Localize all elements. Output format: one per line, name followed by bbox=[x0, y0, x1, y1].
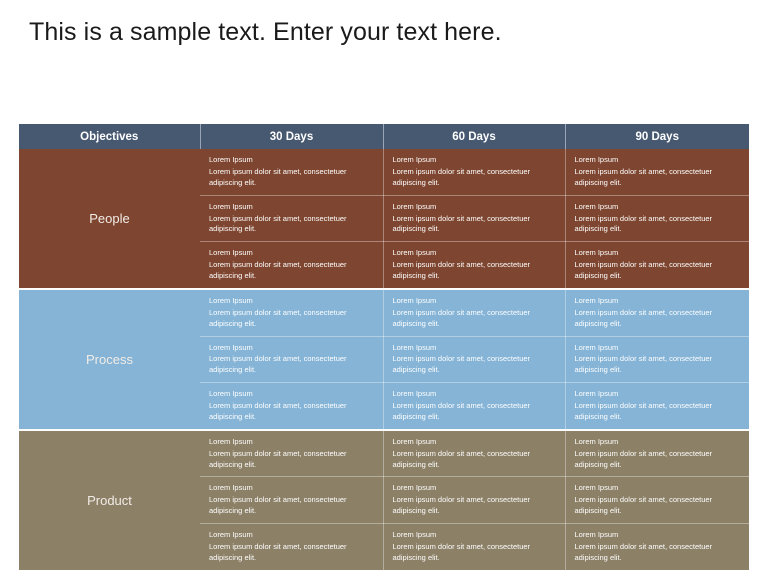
matrix-cell[interactable]: Lorem Ipsum Lorem ipsum dolor sit amet, c… bbox=[383, 195, 566, 243]
matrix-cell[interactable]: Lorem Ipsum Lorem ipsum dolor sit amet, c… bbox=[565, 195, 749, 243]
column-header-objectives[interactable]: Objectives bbox=[19, 124, 201, 149]
cell-title: Lorem Ipsum bbox=[209, 530, 253, 539]
cell-body-text: Lorem ipsum dolor sit amet, consectetuer… bbox=[392, 401, 531, 421]
cell-body-text: Lorem ipsum dolor sit amet, consectetuer… bbox=[209, 307, 347, 328]
cell-title: Lorem Ipsum bbox=[574, 201, 619, 211]
matrix-cell[interactable]: Lorem Ipsum Lorem ipsum dolor sit amet, c… bbox=[565, 241, 749, 289]
cell-body-text: Lorem ipsum dolor sit amet, consectetuer… bbox=[209, 495, 347, 516]
cell-body-text: Lorem ipsum dolor sit amet, consectetuer… bbox=[209, 213, 347, 234]
column-header-30-days[interactable]: 30 Days bbox=[200, 124, 384, 149]
cell-body-text: Lorem ipsum dolor sit amet, consectetuer… bbox=[392, 541, 531, 562]
cell-title: Lorem Ipsum bbox=[392, 248, 437, 258]
cell-title: Lorem Ipsum bbox=[392, 155, 437, 164]
cell-body-text: Lorem ipsum dolor sit amet, consectetuer… bbox=[392, 307, 531, 328]
cell-title: Lorem Ipsum bbox=[392, 483, 437, 493]
matrix-cell[interactable]: Lorem Ipsum Lorem ipsum dolor sit amet, c… bbox=[565, 382, 749, 430]
table-row: People Lorem Ipsum Lorem ipsum dolor sit a… bbox=[19, 149, 749, 289]
matrix-table: Objectives 30 Days 60 Days 90 Days Peopl… bbox=[19, 124, 749, 570]
matrix-cell[interactable]: Lorem Ipsum Lorem ipsum dolor sit amet, c… bbox=[565, 523, 749, 570]
slide-canvas: This is a sample text. Enter your text h… bbox=[0, 0, 768, 576]
cell-body-text: Lorem ipsum dolor sit amet, consectetuer… bbox=[574, 495, 713, 516]
cell-body-text: Lorem ipsum dolor sit amet, consectetuer… bbox=[209, 401, 347, 421]
cell-title: Lorem Ipsum bbox=[574, 436, 619, 446]
matrix-cell[interactable]: Lorem Ipsum Lorem ipsum dolor sit amet, c… bbox=[200, 287, 384, 337]
matrix-cell[interactable]: Lorem Ipsum Lorem ipsum dolor sit amet, c… bbox=[200, 476, 384, 524]
table-row: Process Lorem Ipsum Lorem ipsum dolor sit … bbox=[19, 287, 749, 430]
cell-title: Lorem Ipsum bbox=[392, 201, 437, 211]
matrix-cell[interactable]: Lorem Ipsum Lorem ipsum dolor sit amet, c… bbox=[383, 523, 566, 570]
cell-body-text: Lorem ipsum dolor sit amet, consectetuer… bbox=[392, 495, 531, 516]
matrix-cell[interactable]: Lorem Ipsum Lorem ipsum dolor sit amet, c… bbox=[200, 241, 384, 289]
objectives-matrix-table: Objectives 30 Days 60 Days 90 Days Peopl… bbox=[19, 124, 749, 570]
matrix-cell[interactable]: Lorem Ipsum Lorem ipsum dolor sit amet, c… bbox=[383, 287, 566, 337]
matrix-cell[interactable]: Lorem Ipsum Lorem ipsum dolor sit amet, c… bbox=[565, 336, 749, 384]
matrix-cell[interactable]: Lorem Ipsum Lorem ipsum dolor sit amet, c… bbox=[565, 476, 749, 524]
matrix-cell[interactable]: Lorem Ipsum Lorem ipsum dolor sit amet, c… bbox=[200, 149, 384, 196]
cell-title: Lorem Ipsum bbox=[574, 248, 619, 258]
cell-body-text: Lorem ipsum dolor sit amet, consectetuer… bbox=[209, 260, 347, 280]
cell-body-text: Lorem ipsum dolor sit amet, consectetuer… bbox=[209, 354, 347, 375]
matrix-cell[interactable]: Lorem Ipsum Lorem ipsum dolor sit amet, c… bbox=[383, 241, 566, 289]
cell-title: Lorem Ipsum bbox=[574, 483, 619, 493]
table-body: People Lorem Ipsum Lorem ipsum dolor sit a… bbox=[19, 149, 749, 570]
cell-body-text: Lorem ipsum dolor sit amet, consectetuer… bbox=[574, 354, 713, 375]
cell-title: Lorem Ipsum bbox=[574, 295, 619, 305]
objective-label-people[interactable]: People bbox=[19, 149, 200, 289]
cell-title: Lorem Ipsum bbox=[209, 248, 253, 258]
cell-title: Lorem Ipsum bbox=[574, 342, 619, 352]
cell-title: Lorem Ipsum bbox=[392, 295, 437, 305]
cell-title: Lorem Ipsum bbox=[392, 389, 437, 399]
cell-title: Lorem Ipsum bbox=[574, 155, 619, 164]
cell-title: Lorem Ipsum bbox=[209, 295, 253, 305]
cell-title: Lorem Ipsum bbox=[209, 436, 253, 446]
header-row: Objectives 30 Days 60 Days 90 Days bbox=[19, 124, 749, 149]
cell-title: Lorem Ipsum bbox=[209, 201, 253, 211]
cell-body-text: Lorem ipsum dolor sit amet, consectetuer… bbox=[574, 401, 713, 421]
cell-body-text: Lorem ipsum dolor sit amet, consectetuer… bbox=[209, 541, 347, 562]
cell-body-text: Lorem ipsum dolor sit amet, consectetuer… bbox=[392, 213, 531, 234]
cell-title: Lorem Ipsum bbox=[209, 389, 253, 399]
cell-body-text: Lorem ipsum dolor sit amet, consectetuer… bbox=[574, 307, 713, 328]
cell-body-text: Lorem ipsum dolor sit amet, consectetuer… bbox=[574, 448, 713, 469]
column-header-60-days[interactable]: 60 Days bbox=[383, 124, 566, 149]
matrix-cell[interactable]: Lorem Ipsum Lorem ipsum dolor sit amet, c… bbox=[383, 336, 566, 384]
matrix-cell[interactable]: Lorem Ipsum Lorem ipsum dolor sit amet, c… bbox=[200, 195, 384, 243]
cell-body-text: Lorem ipsum dolor sit amet, consectetuer… bbox=[574, 260, 713, 280]
matrix-cell[interactable]: Lorem Ipsum Lorem ipsum dolor sit amet, c… bbox=[565, 428, 749, 478]
matrix-cell[interactable]: Lorem Ipsum Lorem ipsum dolor sit amet, c… bbox=[383, 428, 566, 478]
matrix-cell[interactable]: Lorem Ipsum Lorem ipsum dolor sit amet, c… bbox=[383, 149, 566, 196]
cell-title: Lorem Ipsum bbox=[392, 436, 437, 446]
cell-title: Lorem Ipsum bbox=[209, 483, 253, 493]
cell-body-text: Lorem ipsum dolor sit amet, consectetuer… bbox=[574, 166, 713, 187]
cell-title: Lorem Ipsum bbox=[574, 530, 619, 539]
matrix-cell[interactable]: Lorem Ipsum Lorem ipsum dolor sit amet, c… bbox=[200, 382, 384, 430]
objective-label-product[interactable]: Product bbox=[19, 428, 200, 570]
cell-title: Lorem Ipsum bbox=[209, 155, 253, 164]
cell-body-text: Lorem ipsum dolor sit amet, consectetuer… bbox=[392, 354, 531, 375]
cell-body-text: Lorem ipsum dolor sit amet, consectetuer… bbox=[392, 166, 531, 187]
cell-body-text: Lorem ipsum dolor sit amet, consectetuer… bbox=[392, 448, 531, 469]
cell-title: Lorem Ipsum bbox=[392, 530, 437, 539]
cell-body-text: Lorem ipsum dolor sit amet, consectetuer… bbox=[209, 448, 347, 469]
cell-body-text: Lorem ipsum dolor sit amet, consectetuer… bbox=[574, 213, 713, 234]
table-row: Product Lorem Ipsum Lorem ipsum dolor sit … bbox=[19, 428, 749, 570]
table-header: Objectives 30 Days 60 Days 90 Days bbox=[19, 124, 749, 149]
cell-title: Lorem Ipsum bbox=[209, 342, 253, 352]
cell-body-text: Lorem ipsum dolor sit amet, consectetuer… bbox=[392, 260, 531, 280]
page-title[interactable]: This is a sample text. Enter your text h… bbox=[29, 18, 502, 47]
matrix-cell[interactable]: Lorem Ipsum Lorem ipsum dolor sit amet, c… bbox=[383, 382, 566, 430]
matrix-cell[interactable]: Lorem Ipsum Lorem ipsum dolor sit amet, c… bbox=[383, 476, 566, 524]
column-header-90-days[interactable]: 90 Days bbox=[565, 124, 749, 149]
matrix-cell[interactable]: Lorem Ipsum Lorem ipsum dolor sit amet, c… bbox=[200, 336, 384, 384]
cell-body-text: Lorem ipsum dolor sit amet, consectetuer… bbox=[209, 166, 347, 187]
matrix-cell[interactable]: Lorem Ipsum Lorem ipsum dolor sit amet, c… bbox=[565, 149, 749, 196]
cell-title: Lorem Ipsum bbox=[574, 389, 619, 399]
matrix-cell[interactable]: Lorem Ipsum Lorem ipsum dolor sit amet, c… bbox=[200, 523, 384, 570]
matrix-cell[interactable]: Lorem Ipsum Lorem ipsum dolor sit amet, c… bbox=[565, 287, 749, 337]
objective-label-process[interactable]: Process bbox=[19, 287, 200, 430]
matrix-cell[interactable]: Lorem Ipsum Lorem ipsum dolor sit amet, c… bbox=[200, 428, 384, 478]
cell-title: Lorem Ipsum bbox=[392, 342, 437, 352]
cell-body-text: Lorem ipsum dolor sit amet, consectetuer… bbox=[574, 541, 713, 562]
